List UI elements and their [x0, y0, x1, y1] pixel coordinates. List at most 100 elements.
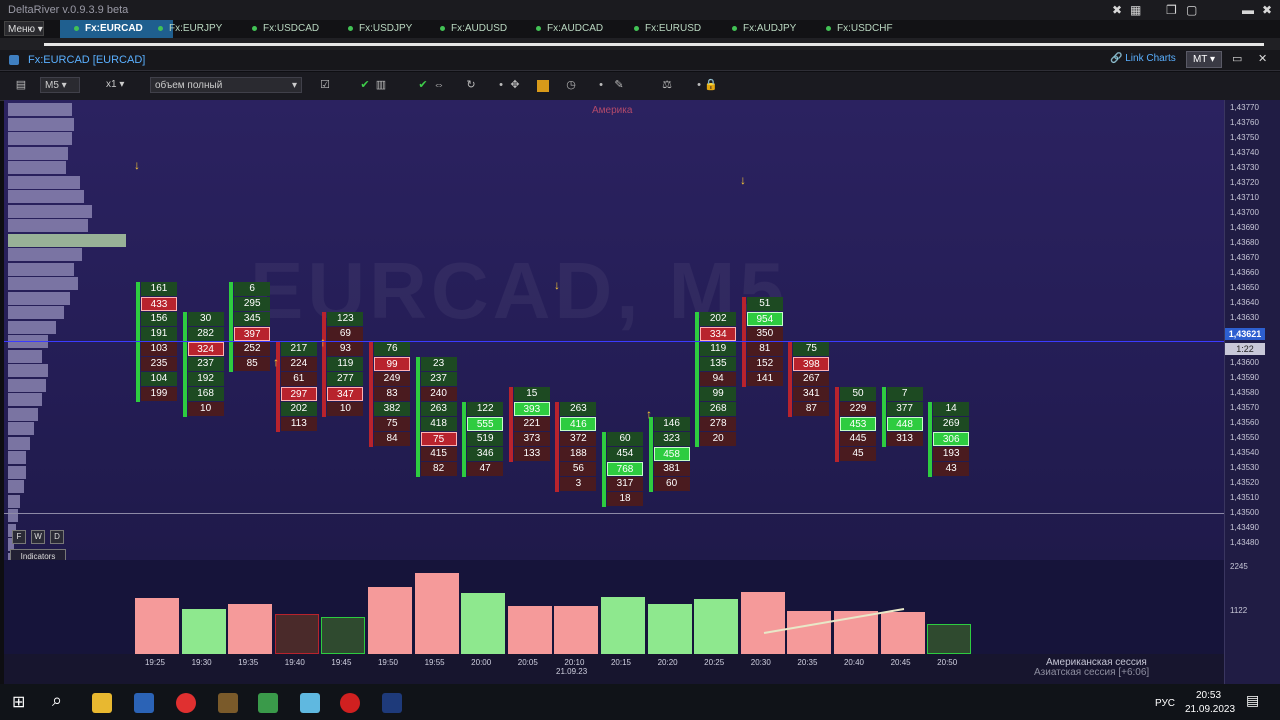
tab-fx-eurcad[interactable]: Fx:EURCAD	[60, 20, 173, 38]
footprint-cell[interactable]: 306	[933, 432, 970, 446]
footprint-cell[interactable]: 119	[700, 342, 737, 356]
footprint-cell[interactable]: 60	[607, 432, 643, 446]
window-close-icon[interactable]: ✖	[1262, 3, 1272, 17]
footprint-cell[interactable]: 237	[420, 372, 457, 386]
footprint-cell[interactable]: 416	[560, 417, 597, 431]
footprint-cell[interactable]: 104	[141, 372, 177, 386]
footprint-cell[interactable]: 75	[793, 342, 830, 356]
footprint-cell[interactable]: 249	[374, 372, 410, 386]
footprint-cell[interactable]: 168	[187, 387, 224, 401]
tab-fx-eurusd[interactable]: Fx:EURUSD	[634, 20, 701, 38]
dot2-icon[interactable]: •	[594, 78, 608, 92]
footprint-cell[interactable]: 448	[886, 417, 923, 431]
tab-fx-usdchf[interactable]: Fx:USDCHF	[826, 20, 893, 38]
footprint-cell[interactable]: 295	[234, 297, 271, 311]
footprint-cell[interactable]: 99	[374, 357, 410, 371]
checkbox-icon[interactable]: ☑	[318, 78, 332, 92]
timeframe-select[interactable]: M5 ▾	[40, 77, 80, 93]
footprint-cell[interactable]: 3	[560, 477, 597, 491]
tab-fx-usdjpy[interactable]: Fx:USDJPY	[348, 20, 412, 38]
maximize-chart-icon[interactable]: ▭	[1232, 52, 1242, 65]
footprint-cell[interactable]: 269	[933, 417, 970, 431]
footprint-cell[interactable]: 56	[560, 462, 597, 476]
tab-fx-audusd[interactable]: Fx:AUDUSD	[440, 20, 507, 38]
footprint-cell[interactable]: 20	[700, 432, 737, 446]
footprint-cell[interactable]: 397	[234, 327, 271, 341]
footprint-cell[interactable]: 191	[141, 327, 177, 341]
footprint-cell[interactable]: 323	[653, 432, 690, 446]
footprint-cell[interactable]: 263	[560, 402, 597, 416]
footprint-cell[interactable]: 93	[327, 342, 364, 356]
footprint-cell[interactable]: 393	[513, 402, 550, 416]
footprint-cell[interactable]: 217	[280, 342, 317, 356]
footprint-cell[interactable]: 69	[327, 327, 364, 341]
footprint-cell[interactable]: 23	[420, 357, 457, 371]
app-icon-3[interactable]	[258, 693, 278, 713]
footprint-cell[interactable]: 458	[653, 447, 690, 461]
footprint-cell[interactable]: 7	[886, 387, 923, 401]
close-icon[interactable]: ✖	[1112, 3, 1122, 17]
footprint-cell[interactable]: 152	[746, 357, 783, 371]
grid-icon[interactable]: ▦	[1130, 3, 1141, 17]
record-icon[interactable]	[340, 693, 360, 713]
document-icon[interactable]: ▥	[374, 78, 388, 92]
w-button[interactable]: W	[31, 530, 45, 544]
footprint-cell[interactable]: 15	[513, 387, 550, 401]
footprint-cell[interactable]: 84	[374, 432, 410, 446]
footprint-cell[interactable]: 123	[327, 312, 364, 326]
footprint-cell[interactable]: 453	[840, 417, 876, 431]
footprint-cell[interactable]: 454	[607, 447, 643, 461]
resize-icon[interactable]: ⇔	[432, 78, 446, 92]
footprint-cell[interactable]: 18	[607, 492, 643, 506]
footprint-cell[interactable]: 85	[234, 357, 271, 371]
footprint-cell[interactable]: 317	[607, 477, 643, 491]
footprint-cell[interactable]: 192	[187, 372, 224, 386]
footprint-cell[interactable]: 382	[374, 402, 410, 416]
footprint-cell[interactable]: 193	[933, 447, 970, 461]
lock-icon[interactable]: 🔒	[704, 78, 718, 92]
footprint-cell[interactable]: 341	[793, 387, 830, 401]
footprint-cell[interactable]: 221	[513, 417, 550, 431]
footprint-cell[interactable]: 45	[840, 447, 876, 461]
footprint-cell[interactable]: 99	[700, 387, 737, 401]
footprint-cell[interactable]: 278	[700, 417, 737, 431]
layers-icon[interactable]: ▤	[14, 78, 28, 92]
footprint-cell[interactable]: 202	[280, 402, 317, 416]
close-chart-icon[interactable]: ✕	[1258, 52, 1267, 65]
footprint-cell[interactable]: 313	[886, 432, 923, 446]
footprint-cell[interactable]: 235	[141, 357, 177, 371]
footprint-cell[interactable]: 252	[234, 342, 271, 356]
search-icon[interactable]: ⌕	[52, 690, 62, 711]
footprint-cell[interactable]: 75	[420, 432, 457, 446]
footprint-cell[interactable]: 47	[467, 462, 504, 476]
footprint-cell[interactable]: 519	[467, 432, 504, 446]
footprint-cell[interactable]: 324	[187, 342, 224, 356]
footprint-cell[interactable]: 954	[746, 312, 783, 326]
footprint-cell[interactable]: 82	[420, 462, 457, 476]
footprint-cell[interactable]: 10	[327, 402, 364, 416]
footprint-cell[interactable]: 141	[746, 372, 783, 386]
footprint-cell[interactable]: 146	[653, 417, 690, 431]
footprint-cell[interactable]: 381	[653, 462, 690, 476]
footprint-cell[interactable]: 240	[420, 387, 457, 401]
footprint-cell[interactable]: 555	[467, 417, 504, 431]
color-swatch[interactable]	[537, 80, 549, 92]
footprint-cell[interactable]: 30	[187, 312, 224, 326]
footprint-cell[interactable]: 133	[513, 447, 550, 461]
volume-mode-select[interactable]: объем полный ▾	[150, 77, 302, 93]
footprint-cell[interactable]: 60	[653, 477, 690, 491]
footprint-cell[interactable]: 268	[700, 402, 737, 416]
footprint-cell[interactable]: 113	[280, 417, 317, 431]
scale-select[interactable]: x1 ▾	[102, 77, 140, 93]
notifications-icon[interactable]: ▤	[1246, 692, 1259, 709]
footprint-cell[interactable]: 83	[374, 387, 410, 401]
windows-start-icon[interactable]: ⊞	[12, 692, 25, 712]
tab-fx-eurjpy[interactable]: Fx:EURJPY	[158, 20, 222, 38]
footprint-cell[interactable]: 346	[467, 447, 504, 461]
footprint-cell[interactable]: 119	[327, 357, 364, 371]
footprint-cell[interactable]: 81	[746, 342, 783, 356]
footprint-cell[interactable]: 6	[234, 282, 271, 296]
footprint-cell[interactable]: 43	[933, 462, 970, 476]
d-button[interactable]: D	[50, 530, 64, 544]
footprint-cell[interactable]: 75	[374, 417, 410, 431]
